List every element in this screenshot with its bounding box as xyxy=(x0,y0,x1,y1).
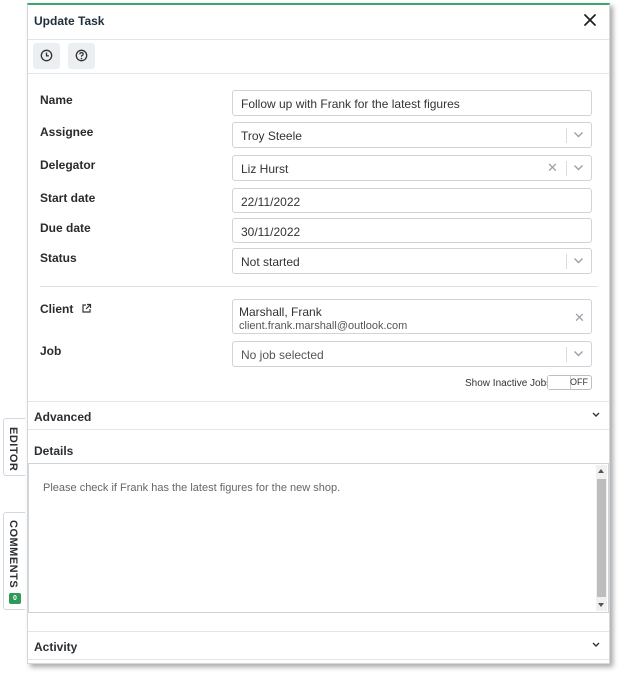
dialog-header: Update Task xyxy=(28,5,609,40)
assignee-value: Troy Steele xyxy=(241,129,302,143)
clear-client-icon[interactable]: ✕ xyxy=(574,310,585,326)
close-button[interactable] xyxy=(579,9,601,31)
details-scrollbar[interactable] xyxy=(596,465,607,611)
select-separator xyxy=(566,161,567,176)
delegator-select[interactable]: Liz Hurst ✕ xyxy=(232,155,592,181)
details-text: Please check if Frank has the latest fig… xyxy=(43,482,341,494)
close-icon xyxy=(584,14,596,26)
client-label-text: Client xyxy=(40,302,74,316)
activity-title: Activity xyxy=(34,640,78,654)
client-name: Marshall, Frank xyxy=(239,305,322,319)
chevron-down-icon xyxy=(574,351,583,357)
start-date-label: Start date xyxy=(40,191,96,205)
update-task-panel: Update Task Name Follow up with Frank fo… xyxy=(27,3,610,664)
scroll-down-icon[interactable] xyxy=(598,603,604,607)
details-title: Details xyxy=(34,444,74,458)
dialog-title: Update Task xyxy=(34,14,105,28)
status-value: Not started xyxy=(241,255,300,269)
start-date-input[interactable]: 22/11/2022 xyxy=(232,188,592,213)
show-inactive-jobs-label: Show Inactive Jobs xyxy=(465,378,552,389)
advanced-title: Advanced xyxy=(34,410,92,424)
external-link-icon[interactable] xyxy=(81,303,92,314)
name-label: Name xyxy=(40,93,73,107)
due-date-label: Due date xyxy=(40,221,91,235)
due-date-value: 30/11/2022 xyxy=(241,225,301,239)
client-label: Client xyxy=(40,302,92,316)
job-label: Job xyxy=(40,344,62,358)
select-separator xyxy=(566,128,567,143)
job-select[interactable]: No job selected xyxy=(232,341,592,367)
history-button[interactable] xyxy=(33,43,60,69)
delegator-label: Delegator xyxy=(40,158,96,172)
chevron-down-icon xyxy=(592,412,600,417)
editor-side-tab[interactable]: EDITOR xyxy=(3,418,25,476)
comments-side-tab[interactable]: COMMENTS 0 xyxy=(3,512,25,610)
chevron-down-icon xyxy=(574,165,583,171)
assignee-select[interactable]: Troy Steele xyxy=(232,122,592,148)
help-button[interactable] xyxy=(68,43,95,69)
client-email: client.frank.marshall@outlook.com xyxy=(239,320,408,332)
chevron-down-icon xyxy=(574,258,583,264)
name-value: Follow up with Frank for the latest figu… xyxy=(241,97,460,111)
start-date-value: 22/11/2022 xyxy=(241,195,301,209)
chevron-down-icon xyxy=(574,132,583,138)
name-input[interactable]: Follow up with Frank for the latest figu… xyxy=(232,90,592,116)
scroll-thumb[interactable] xyxy=(597,479,606,597)
activity-section-header[interactable]: Activity xyxy=(28,631,609,660)
chevron-down-icon xyxy=(592,642,600,647)
scroll-up-icon[interactable] xyxy=(598,469,604,473)
comments-tab-label: COMMENTS xyxy=(7,520,19,589)
client-select[interactable]: Marshall, Frank client.frank.marshall@ou… xyxy=(232,299,592,334)
editor-tab-label: EDITOR xyxy=(7,427,19,472)
assignee-label: Assignee xyxy=(40,125,94,139)
question-icon xyxy=(75,49,88,62)
advanced-section-header[interactable]: Advanced xyxy=(28,401,609,430)
show-inactive-jobs-toggle[interactable]: OFF xyxy=(547,375,592,390)
due-date-input[interactable]: 30/11/2022 xyxy=(232,218,592,243)
select-separator xyxy=(566,347,567,362)
toolbar xyxy=(28,39,609,74)
clear-delegator-icon[interactable]: ✕ xyxy=(547,160,558,176)
form-divider xyxy=(40,286,598,287)
comments-count-badge: 0 xyxy=(9,593,21,604)
status-label: Status xyxy=(40,251,77,265)
status-select[interactable]: Not started xyxy=(232,248,592,274)
delegator-value: Liz Hurst xyxy=(241,162,289,176)
clock-icon xyxy=(40,49,53,62)
details-textarea[interactable]: Please check if Frank has the latest fig… xyxy=(28,463,609,613)
job-placeholder: No job selected xyxy=(241,348,324,362)
select-separator xyxy=(566,254,567,269)
toggle-state: OFF xyxy=(570,377,588,387)
toggle-knob xyxy=(548,376,571,389)
